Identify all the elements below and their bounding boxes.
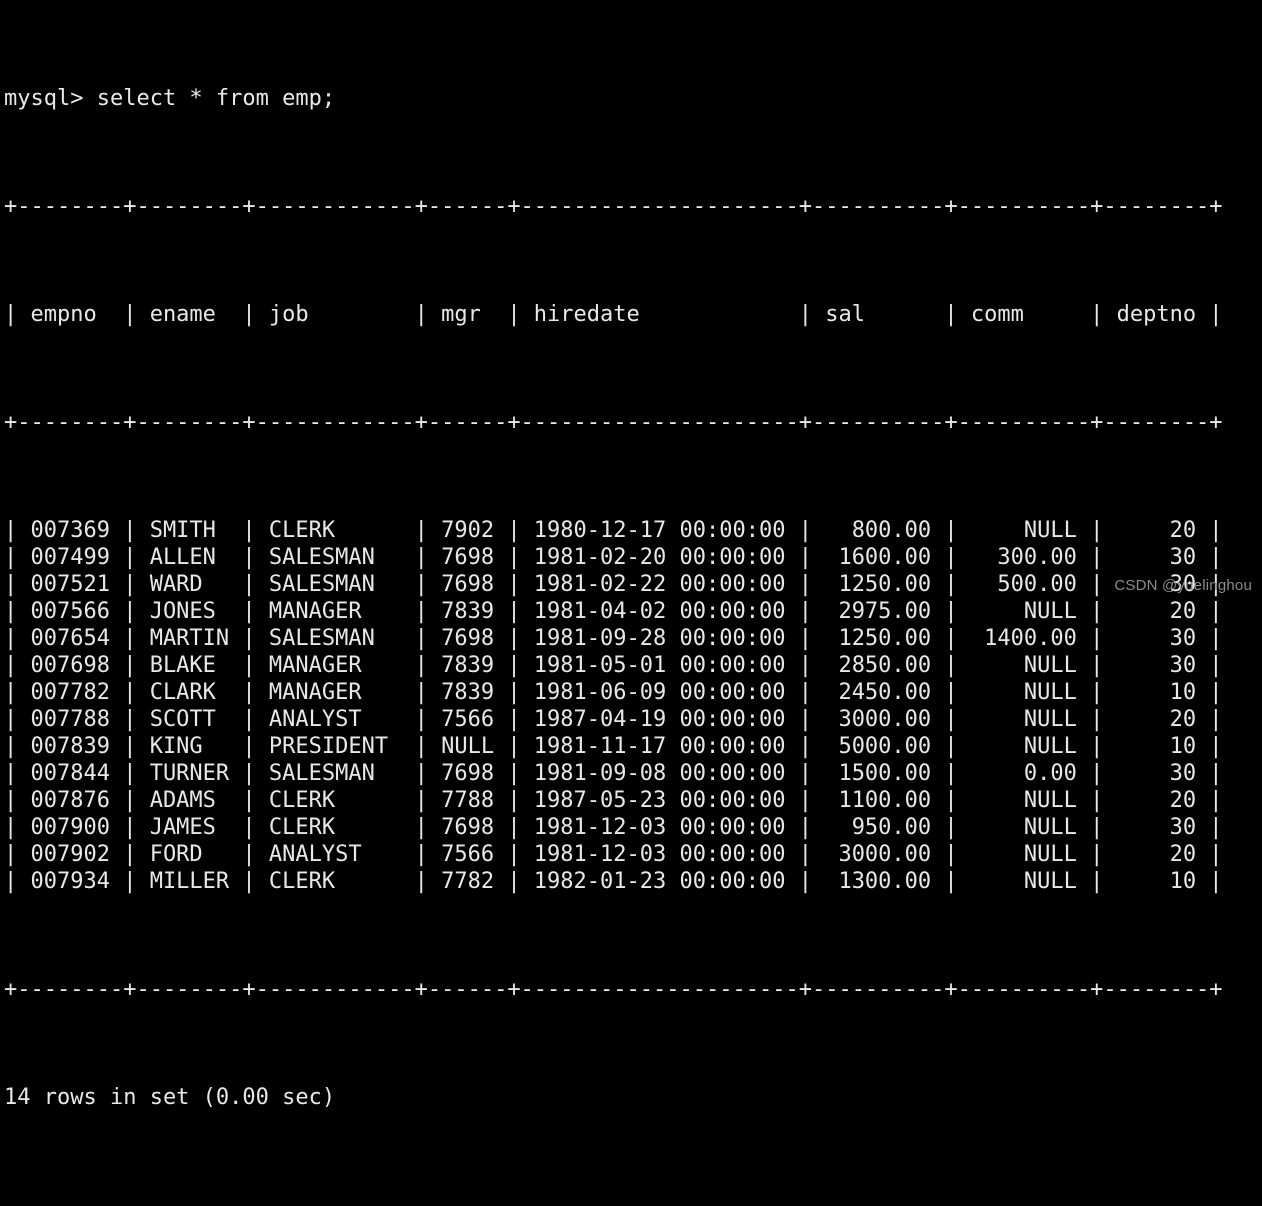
table-row: | 007900 | JAMES | CLERK | 7698 | 1981-1…	[4, 815, 1223, 840]
table-row: | 007839 | KING | PRESIDENT | NULL | 198…	[4, 734, 1223, 759]
table-rule-header: +--------+--------+------------+------+-…	[4, 410, 1223, 435]
table-header-row: | empno | ename | job | mgr | hiredate |…	[4, 302, 1223, 327]
table-row: | 007902 | FORD | ANALYST | 7566 | 1981-…	[4, 842, 1223, 867]
table-row: | 007698 | BLAKE | MANAGER | 7839 | 1981…	[4, 653, 1223, 678]
command-prompt-line: mysql> select * from emp;	[4, 86, 336, 111]
table-rule-bottom: +--------+--------+------------+------+-…	[4, 977, 1223, 1002]
table-rule-top: +--------+--------+------------+------+-…	[4, 194, 1223, 219]
table-row: | 007934 | MILLER | CLERK | 7782 | 1982-…	[4, 869, 1223, 894]
watermark-label: CSDN @yuelinghou	[1114, 577, 1252, 594]
table-row: | 007499 | ALLEN | SALESMAN | 7698 | 198…	[4, 545, 1223, 570]
table-row: | 007369 | SMITH | CLERK | 7902 | 1980-1…	[4, 518, 1223, 543]
table-row: | 007566 | JONES | MANAGER | 7839 | 1981…	[4, 599, 1223, 624]
table-row: | 007788 | SCOTT | ANALYST | 7566 | 1987…	[4, 707, 1223, 732]
terminal-screen[interactable]: mysql> select * from emp; +--------+----…	[0, 0, 1262, 1110]
table-row: | 007521 | WARD | SALESMAN | 7698 | 1981…	[4, 572, 1223, 597]
table-row: | 007844 | TURNER | SALESMAN | 7698 | 19…	[4, 761, 1223, 786]
table-row: | 007654 | MARTIN | SALESMAN | 7698 | 19…	[4, 626, 1223, 651]
table-row: | 007876 | ADAMS | CLERK | 7788 | 1987-0…	[4, 788, 1223, 813]
table-row: | 007782 | CLARK | MANAGER | 7839 | 1981…	[4, 680, 1223, 705]
result-summary: 14 rows in set (0.00 sec)	[4, 1085, 336, 1110]
table-body: | 007369 | SMITH | CLERK | 7902 | 1980-1…	[4, 517, 1262, 895]
